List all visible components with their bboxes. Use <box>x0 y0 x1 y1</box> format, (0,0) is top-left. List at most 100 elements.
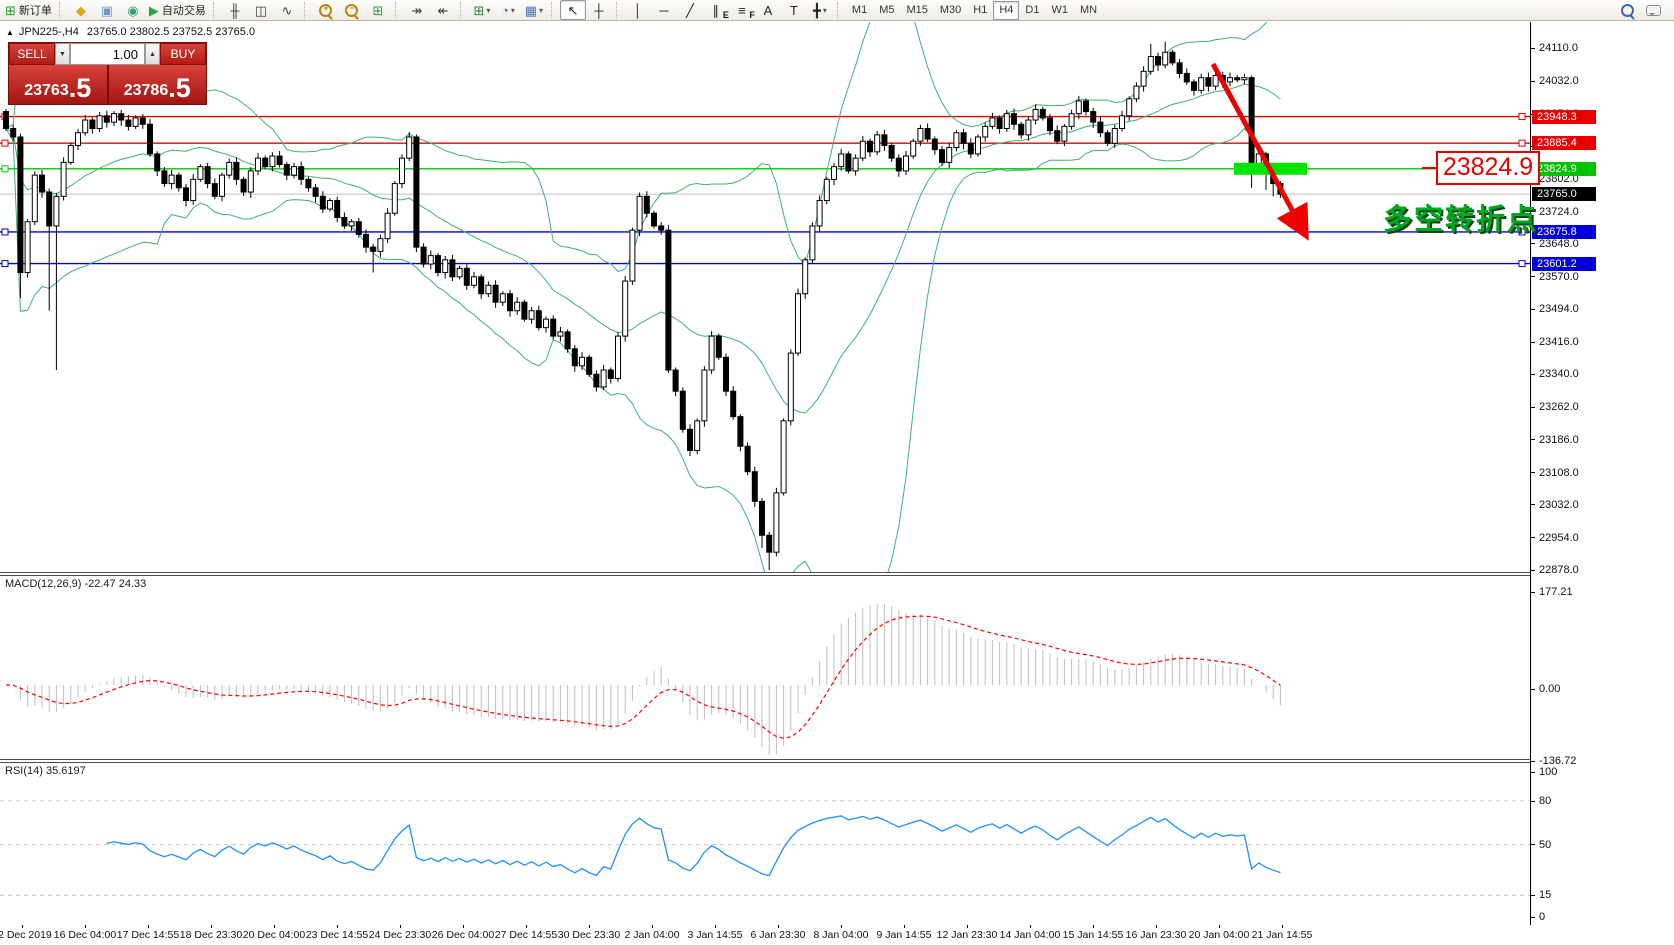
turning-point-note[interactable]: 多空转折点 <box>1350 196 1538 238</box>
toolbar-separator <box>213 2 218 18</box>
rsi-axis-label: 100 <box>1531 765 1557 779</box>
chart-window: ▲ JPN225-,H4 23765.0 23802.5 23752.5 237… <box>0 22 1674 945</box>
sell-button[interactable]: SELL <box>9 43 55 65</box>
buy-price-main: 23786 <box>124 82 169 100</box>
price-tick-label: 24032.0 <box>1531 74 1579 88</box>
volume-decrease-button[interactable]: ▼ <box>55 43 70 65</box>
volume-increase-button[interactable]: ▲ <box>145 43 160 65</box>
trendline-button[interactable]: ╱ <box>677 0 703 20</box>
time-tick <box>904 925 905 928</box>
timeframe-h1[interactable]: H1 <box>967 1 993 20</box>
timeframe-mn[interactable]: MN <box>1074 1 1103 20</box>
price-tick-label: 23262.0 <box>1531 400 1579 414</box>
time-tick-label: 24 Dec 23:30 <box>369 929 431 941</box>
sell-price-frac: .5 <box>69 76 92 100</box>
time-tick-label: 17 Dec 14:55 <box>117 929 179 941</box>
crosshair-button[interactable]: ┼ <box>586 0 612 20</box>
buy-price-display[interactable]: 23786 .5 <box>109 65 207 104</box>
timeframe-w1[interactable]: W1 <box>1045 1 1074 20</box>
time-tick-label: 18 Dec 23:30 <box>180 929 242 941</box>
timeframe-m5[interactable]: M5 <box>873 1 900 20</box>
price-callout-box[interactable]: 23824.9 <box>1436 151 1540 185</box>
timeframe-h4[interactable]: H4 <box>993 1 1019 20</box>
terminal-icon[interactable]: ▣ <box>94 0 120 20</box>
rsi-indicator-pane[interactable] <box>0 763 1530 924</box>
price-tick-label: 24110.0 <box>1531 41 1578 55</box>
macd-indicator-pane[interactable] <box>0 576 1530 759</box>
buy-price-frac: .5 <box>168 76 191 100</box>
trading-platform-window: ⊞新订单 ◆▣◉▶自动交易 ╫◫∿ +−⊞ ↠↞ ⊞▾◔▾▦▾ ↖┼ │─╱∥E≡FAT╋▾ M… <box>0 0 1674 945</box>
toolbar-separator <box>616 2 621 18</box>
price-line-tag: 23765.0 <box>1532 187 1596 201</box>
toolbar-separator <box>460 2 465 18</box>
time-tick <box>715 925 716 928</box>
chart-shift-icon[interactable]: ↞ <box>430 0 456 20</box>
main-price-chart[interactable] <box>0 22 1530 572</box>
search-icon[interactable] <box>1614 0 1640 20</box>
time-tick-label: 12 Dec 2019 <box>0 929 52 941</box>
vertical-line-button[interactable]: │ <box>625 0 651 20</box>
timeframe-m30[interactable]: M30 <box>934 1 967 20</box>
candlestick-icon[interactable]: ◫ <box>248 0 274 20</box>
arrows-button[interactable]: ╋▾ <box>807 0 833 20</box>
time-tick-label: 3 Jan 14:55 <box>688 929 743 941</box>
new-chart-button[interactable]: ⊞▾ <box>469 0 495 20</box>
sell-price-display[interactable]: 23763 .5 <box>9 65 107 104</box>
fibonacci-button[interactable]: ≡F <box>729 0 755 20</box>
toolbar-separator <box>395 2 400 18</box>
main-toolbar: ⊞新订单 ◆▣◉▶自动交易 ╫◫∿ +−⊞ ↠↞ ⊞▾◔▾▦▾ ↖┼ │─╱∥E≡FAT╋▾ M… <box>0 0 1674 21</box>
time-tick <box>211 925 212 928</box>
toolbar-separator <box>551 2 556 18</box>
horizontal-line-button[interactable]: ─ <box>651 0 677 20</box>
time-tick <box>652 925 653 928</box>
price-axis: 24110.024032.023954.023878.023802.023724… <box>1530 22 1674 925</box>
profiles-button[interactable]: ◔▾ <box>495 0 521 20</box>
rsi-axis-label: 15 <box>1531 888 1551 902</box>
time-tick <box>841 925 842 928</box>
cursor-button[interactable]: ↖ <box>560 0 586 20</box>
time-tick <box>1093 925 1094 928</box>
time-tick <box>589 925 590 928</box>
text-button[interactable]: A <box>755 0 781 20</box>
zoom-out-icon[interactable]: − <box>339 0 365 20</box>
time-tick-label: 14 Jan 04:00 <box>1000 929 1061 941</box>
price-tick-label: 22954.0 <box>1531 531 1579 545</box>
timeframe-d1[interactable]: D1 <box>1019 1 1045 20</box>
new-order-button[interactable]: ⊞新订单 <box>2 0 55 20</box>
rsi-label: RSI(14) 35.6197 <box>5 765 86 777</box>
callout-connector <box>1422 167 1436 169</box>
price-line-tag: 23675.8 <box>1532 225 1596 239</box>
collapse-panel-icon[interactable]: ▲ <box>6 28 14 37</box>
bar-chart-icon[interactable]: ╫ <box>222 0 248 20</box>
time-tick <box>526 925 527 928</box>
timeframe-m15[interactable]: M15 <box>900 1 933 20</box>
time-tick <box>400 925 401 928</box>
rsi-axis-label: 0 <box>1531 910 1545 924</box>
price-tick-label: 23416.0 <box>1531 335 1579 349</box>
symbol-period-label: JPN225-,H4 <box>19 26 79 38</box>
auto-scroll-icon[interactable]: ↠ <box>404 0 430 20</box>
chat-icon[interactable] <box>1640 0 1666 20</box>
time-tick-label: 12 Jan 23:30 <box>937 929 998 941</box>
text-label-button[interactable]: T <box>781 0 807 20</box>
pane-splitter[interactable] <box>0 759 1674 763</box>
price-tick-label: 23108.0 <box>1531 466 1579 480</box>
pane-splitter[interactable] <box>0 572 1674 576</box>
autotrading-button[interactable]: ▶自动交易 <box>146 0 209 20</box>
volume-input[interactable]: 1.00 <box>70 43 145 65</box>
channel-button[interactable]: ∥E <box>703 0 729 20</box>
metaeditor-icon[interactable]: ◆ <box>68 0 94 20</box>
zoom-in-icon[interactable]: + <box>313 0 339 20</box>
time-tick <box>22 925 23 928</box>
price-line-tag: 23601.2 <box>1532 257 1596 271</box>
signals-icon[interactable]: ◉ <box>120 0 146 20</box>
line-chart-icon[interactable]: ∿ <box>274 0 300 20</box>
time-tick-label: 15 Jan 14:55 <box>1063 929 1124 941</box>
price-line-tag: 23824.9 <box>1532 162 1596 176</box>
template-button[interactable]: ▦▾ <box>521 0 547 20</box>
time-tick <box>337 925 338 928</box>
tile-windows-icon[interactable]: ⊞ <box>365 0 391 20</box>
price-line-tag: 23948.3 <box>1532 110 1596 124</box>
timeframe-m1[interactable]: M1 <box>846 1 873 20</box>
buy-button[interactable]: BUY <box>160 43 206 65</box>
